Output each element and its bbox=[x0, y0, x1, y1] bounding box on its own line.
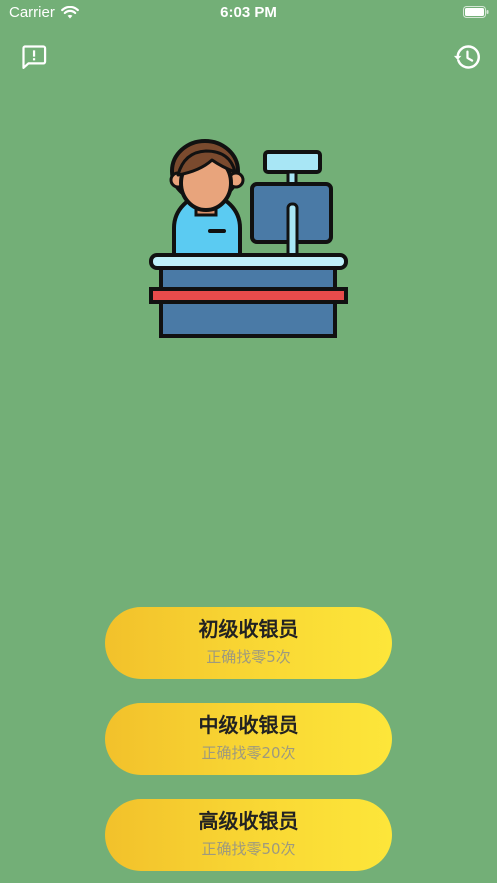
level-subtitle: 正确找零5次 bbox=[206, 648, 291, 666]
level-title: 初级收银员 bbox=[198, 617, 299, 641]
cashier-illustration bbox=[148, 138, 350, 340]
history-button[interactable] bbox=[450, 40, 484, 74]
cashier-icon bbox=[149, 139, 348, 338]
junior-cashier-button[interactable]: 初级收银员 正确找零5次 bbox=[105, 607, 392, 679]
senior-cashier-button[interactable]: 高级收银员 正确找零50次 bbox=[105, 799, 392, 871]
intermediate-cashier-button[interactable]: 中级收银员 正确找零20次 bbox=[105, 703, 392, 775]
status-time: 6:03 PM bbox=[220, 4, 277, 21]
feedback-icon bbox=[22, 45, 47, 69]
level-title: 中级收银员 bbox=[198, 713, 299, 737]
level-subtitle: 正确找零50次 bbox=[201, 840, 296, 858]
history-icon bbox=[453, 45, 480, 69]
level-subtitle: 正确找零20次 bbox=[201, 744, 296, 762]
top-toolbar bbox=[0, 40, 497, 80]
feedback-button[interactable] bbox=[17, 40, 51, 74]
battery-icon bbox=[463, 6, 489, 18]
level-title: 高级收银员 bbox=[198, 809, 299, 833]
status-bar: Carrier 6:03 PM bbox=[0, 0, 497, 26]
